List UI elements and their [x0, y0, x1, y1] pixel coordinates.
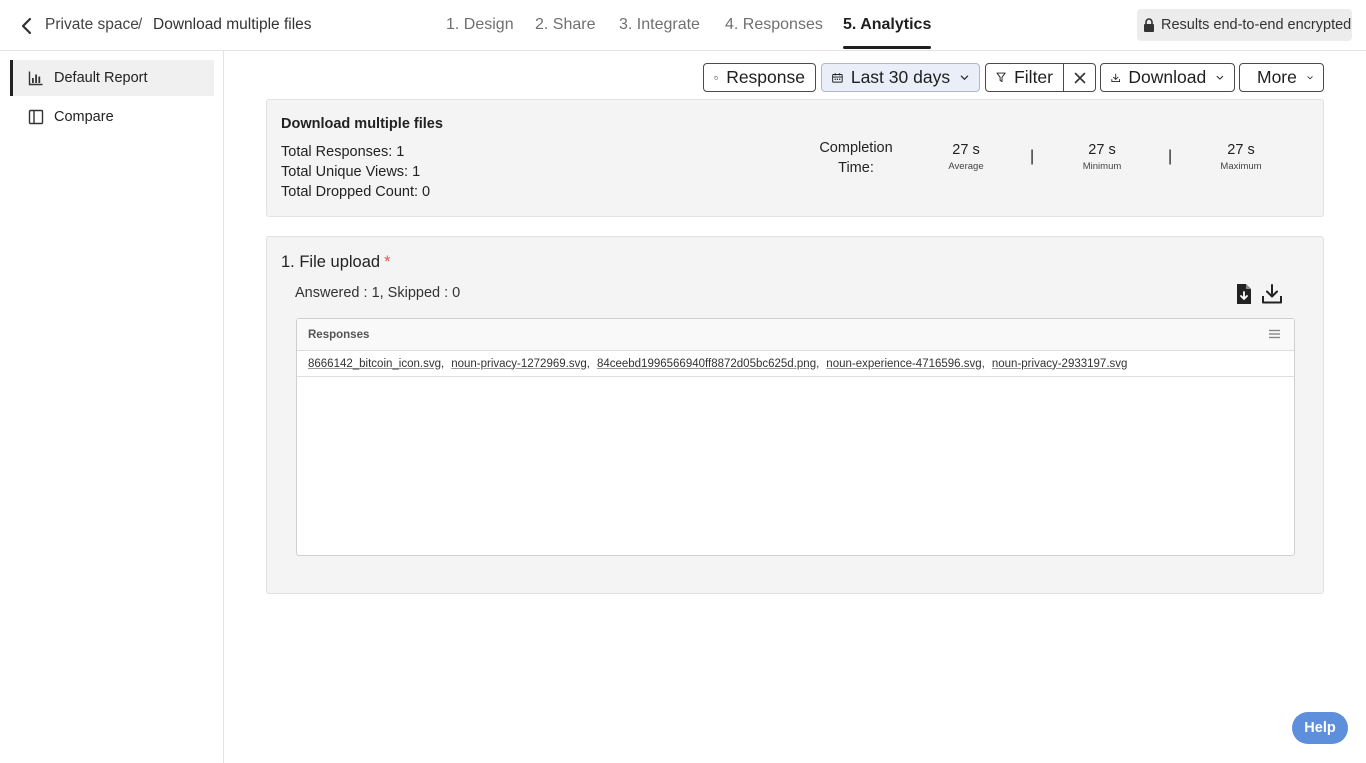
- total-responses: Total Responses: 1: [281, 144, 405, 160]
- tab-integrate[interactable]: 3. Integrate: [619, 16, 700, 34]
- tab-share[interactable]: 2. Share: [535, 16, 595, 34]
- help-button[interactable]: Help: [1292, 712, 1348, 744]
- date-range-label: Last 30 days: [850, 67, 951, 87]
- refresh-icon: [714, 75, 718, 80]
- metric-divider: |: [1030, 148, 1035, 165]
- list-separator: ,: [816, 357, 820, 370]
- total-dropped-count: Total Dropped Count: 0: [281, 184, 431, 200]
- chevron-down-icon: [960, 75, 969, 80]
- completion-maximum: 27 s Maximum: [1201, 142, 1281, 172]
- filter-icon: [996, 72, 1006, 83]
- chevron-down-icon: [1307, 75, 1313, 79]
- more-menu-button[interactable]: More: [1239, 63, 1324, 92]
- bar-chart-icon: [28, 71, 43, 86]
- encryption-badge: Results end-to-end encrypted: [1137, 9, 1352, 41]
- table-row: 8666142_bitcoin_icon.svg, noun-privacy-1…: [297, 351, 1294, 377]
- file-link[interactable]: noun-privacy-2933197.svg: [992, 358, 1128, 370]
- list-separator: ,: [586, 357, 590, 370]
- tab-responses[interactable]: 4. Responses: [725, 16, 823, 34]
- file-link[interactable]: 8666142_bitcoin_icon.svg: [308, 358, 441, 370]
- download-icon: [1111, 73, 1121, 82]
- question-title: 1. File upload *: [281, 253, 391, 272]
- response-button[interactable]: Response: [703, 63, 816, 92]
- more-button-label: More: [1257, 67, 1297, 87]
- metric-value: 27 s: [1088, 142, 1116, 158]
- completion-minimum: 27 s Minimum: [1062, 142, 1142, 172]
- responses-table: Responses 8666142_bitcoin_icon.svg, noun…: [296, 318, 1295, 556]
- metric-value: 27 s: [1227, 142, 1255, 158]
- metric-divider: |: [1168, 148, 1173, 165]
- tab-design[interactable]: 1. Design: [446, 16, 514, 34]
- question-title-text: 1. File upload: [281, 253, 381, 271]
- calendar-icon: [832, 72, 843, 83]
- filter-button[interactable]: Filter: [985, 63, 1096, 92]
- summary-title: Download multiple files: [281, 116, 443, 132]
- metric-value: 27 s: [952, 142, 980, 158]
- completion-average: 27 s Average: [926, 142, 1006, 172]
- column-header-responses: Responses: [308, 328, 370, 341]
- book-icon: [28, 109, 44, 125]
- sidebar-item-label: Default Report: [54, 70, 148, 86]
- metric-label: Minimum: [1082, 161, 1122, 172]
- clear-filter-button[interactable]: [1063, 64, 1095, 91]
- close-icon: [1074, 72, 1085, 83]
- summary-card: Download multiple files Total Responses:…: [266, 99, 1324, 217]
- question-stats: Answered : 1, Skipped : 0: [295, 285, 461, 301]
- download-button-label: Download: [1128, 67, 1207, 87]
- tab-analytics[interactable]: 5. Analytics: [843, 16, 932, 49]
- download-icon[interactable]: [1261, 283, 1283, 305]
- filter-button-label: Filter: [1014, 67, 1053, 87]
- file-link[interactable]: noun-experience-4716596.svg: [826, 358, 981, 370]
- lock-icon: [1144, 18, 1154, 32]
- sidebar-item-compare[interactable]: Compare: [10, 99, 214, 135]
- list-separator: ,: [981, 357, 985, 370]
- chevron-down-icon: [1216, 75, 1224, 80]
- encryption-label: Results end-to-end encrypted: [1161, 17, 1352, 33]
- sidebar-item-default-report[interactable]: Default Report: [10, 60, 214, 96]
- metric-label: Maximum: [1220, 161, 1262, 172]
- required-marker: *: [384, 253, 391, 271]
- total-unique-views: Total Unique Views: 1: [281, 164, 421, 180]
- response-button-label: Response: [726, 67, 805, 87]
- date-range-select[interactable]: Last 30 days: [821, 63, 980, 92]
- list-separator: ,: [441, 357, 445, 370]
- top-bar: Private space / Download multiple files …: [0, 0, 1366, 51]
- sidebar: Default Report Compare: [0, 51, 224, 763]
- question-card: 1. File upload * Answered : 1, Skipped : …: [266, 236, 1324, 594]
- export-file-icon[interactable]: [1233, 283, 1255, 305]
- menu-icon[interactable]: [1269, 329, 1280, 339]
- file-link[interactable]: 84ceebd1996566940ff8872d05bc625d.png: [597, 358, 816, 370]
- download-button[interactable]: Download: [1100, 63, 1235, 92]
- metric-label: Average: [948, 161, 984, 172]
- completion-time-label: Completion Time:: [819, 140, 893, 176]
- sidebar-item-label: Compare: [54, 109, 114, 125]
- table-header: Responses: [297, 319, 1294, 351]
- file-link[interactable]: noun-privacy-1272969.svg: [451, 358, 587, 370]
